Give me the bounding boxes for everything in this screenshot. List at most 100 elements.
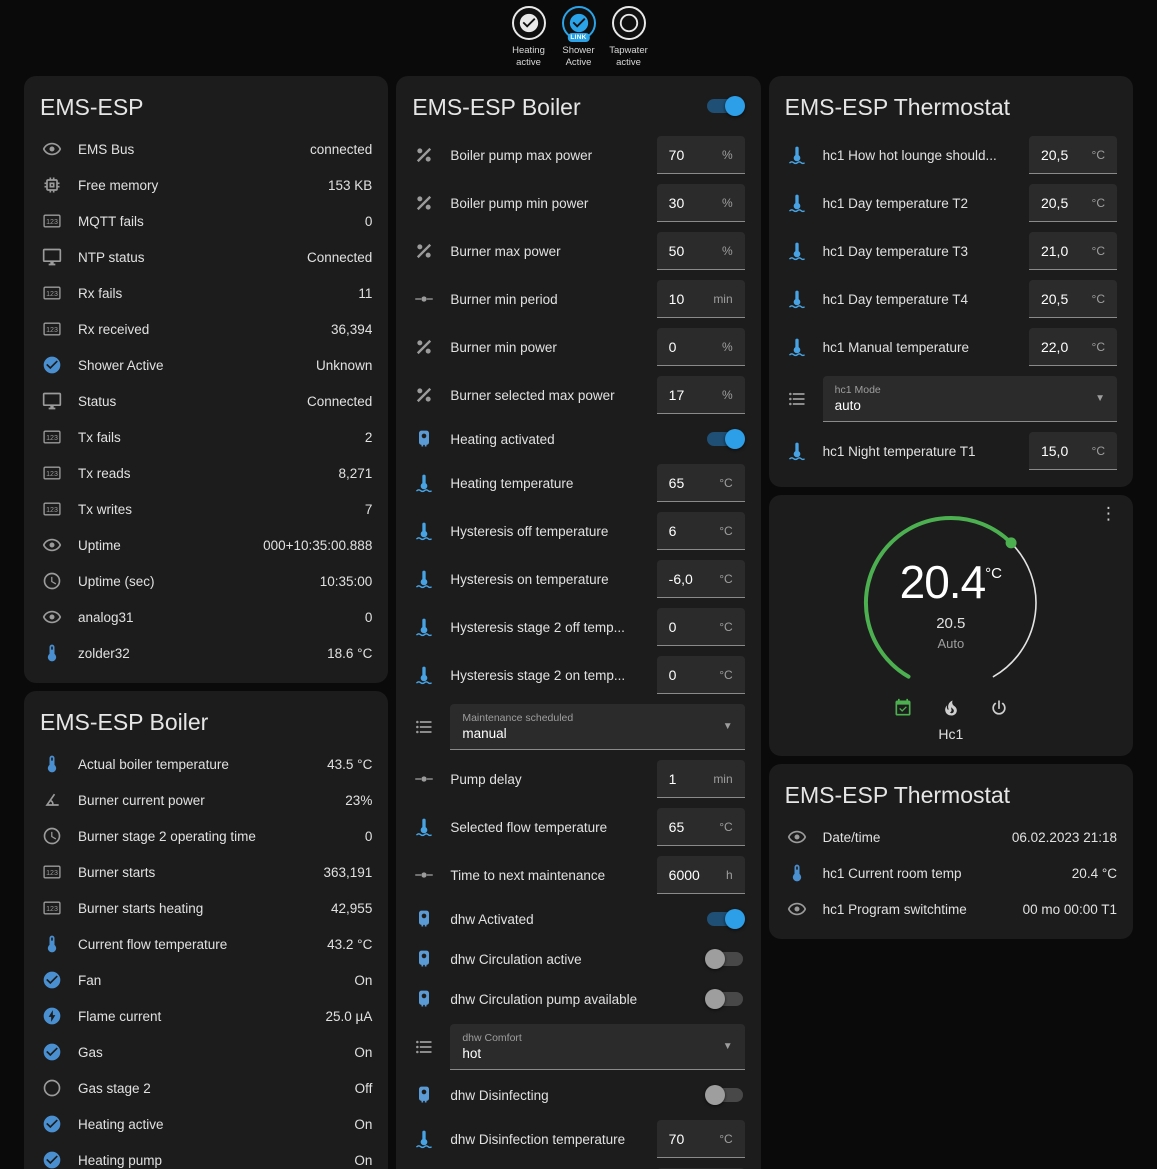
entity-label: hc1 Night temperature T1	[823, 444, 1015, 459]
number-input[interactable]: 0°C	[657, 656, 745, 694]
entity-row[interactable]: hc1 Current room temp20.4 °C	[769, 855, 1133, 891]
select-input[interactable]: hc1 Modeauto▼	[823, 376, 1117, 422]
number-input[interactable]: 0%	[657, 328, 745, 366]
entity-row[interactable]: dhw Comforthot▼	[396, 1019, 760, 1075]
number-input[interactable]: 0°C	[657, 608, 745, 646]
entity-row[interactable]: Boiler pump min power30%	[396, 179, 760, 227]
entity-row[interactable]: Heating pumpOn	[24, 1142, 388, 1169]
number-input[interactable]: 50%	[657, 232, 745, 270]
entity-row[interactable]: Hysteresis stage 2 on temp...0°C	[396, 651, 760, 699]
entity-row[interactable]: dhw Flow temperature offset40°C	[396, 1163, 760, 1169]
entity-row[interactable]: Gas stage 2Off	[24, 1070, 388, 1106]
toggle-switch[interactable]	[705, 989, 745, 1009]
entity-row[interactable]: 123Rx received36,394	[24, 311, 388, 347]
entity-row[interactable]: Selected flow temperature65°C	[396, 803, 760, 851]
entity-row[interactable]: Burner selected max power17%	[396, 371, 760, 419]
entity-row[interactable]: hc1 Day temperature T321,0°C	[769, 227, 1133, 275]
entity-row[interactable]: Date/time06.02.2023 21:18	[769, 819, 1133, 855]
entity-row[interactable]: hc1 Modeauto▼	[769, 371, 1133, 427]
number-input[interactable]: 22,0°C	[1029, 328, 1117, 366]
number-input[interactable]: -6,0°C	[657, 560, 745, 598]
entity-row[interactable]: zolder3218.6 °C	[24, 635, 388, 671]
number-input[interactable]: 20,5°C	[1029, 184, 1117, 222]
entity-row[interactable]: FanOn	[24, 962, 388, 998]
entity-row[interactable]: Burner min power0%	[396, 323, 760, 371]
off-mode-button[interactable]	[989, 698, 1009, 718]
badge-shower-active[interactable]: LINK Shower Active	[556, 6, 602, 70]
select-input[interactable]: dhw Comforthot▼	[450, 1024, 744, 1070]
entity-row[interactable]: 123MQTT fails0	[24, 203, 388, 239]
entity-row[interactable]: Pump delay1min	[396, 755, 760, 803]
heat-mode-button[interactable]	[941, 698, 961, 718]
entity-row[interactable]: Hysteresis on temperature-6,0°C	[396, 555, 760, 603]
entity-row[interactable]: NTP statusConnected	[24, 239, 388, 275]
entity-row[interactable]: Hysteresis off temperature6°C	[396, 507, 760, 555]
entity-row[interactable]: Actual boiler temperature43.5 °C	[24, 746, 388, 782]
card-toggle[interactable]	[705, 96, 745, 116]
toggle-switch[interactable]	[705, 1085, 745, 1105]
entity-row[interactable]: Burner current power23%	[24, 782, 388, 818]
entity-row[interactable]: 123Tx fails2	[24, 419, 388, 455]
entity-row[interactable]: dhw Disinfecting	[396, 1075, 760, 1115]
entity-row[interactable]: 123Tx writes7	[24, 491, 388, 527]
badge-heating-active[interactable]: Heating active	[506, 6, 552, 70]
entity-row[interactable]: 123Burner starts363,191	[24, 854, 388, 890]
entity-row[interactable]: hc1 How hot lounge should...20,5°C	[769, 131, 1133, 179]
entity-row[interactable]: hc1 Program switchtime00 mo 00:00 T1	[769, 891, 1133, 927]
number-input[interactable]: 17%	[657, 376, 745, 414]
number-input[interactable]: 20,5°C	[1029, 136, 1117, 174]
entity-row[interactable]: dhw Circulation active	[396, 939, 760, 979]
toggle-switch[interactable]	[705, 909, 745, 929]
entity-row[interactable]: 123Burner starts heating42,955	[24, 890, 388, 926]
number-input[interactable]: 20,5°C	[1029, 280, 1117, 318]
entity-row[interactable]: 123Tx reads8,271	[24, 455, 388, 491]
thermostat-dial[interactable]: 20.4°C 20.5 Auto	[856, 513, 1046, 696]
toggle-switch[interactable]	[705, 429, 745, 449]
number-input[interactable]: 70%	[657, 136, 745, 174]
entity-row[interactable]: Burner max power50%	[396, 227, 760, 275]
number-input[interactable]: 70°C	[657, 1120, 745, 1158]
entity-row[interactable]: Boiler pump max power70%	[396, 131, 760, 179]
entity-row[interactable]: Free memory153 KB	[24, 167, 388, 203]
entity-row[interactable]: Heating temperature65°C	[396, 459, 760, 507]
badge-tapwater-active[interactable]: Tapwater active	[606, 6, 652, 70]
entity-row[interactable]: hc1 Night temperature T1 15,0°C	[769, 427, 1133, 475]
entity-row[interactable]: Maintenance scheduledmanual▼	[396, 699, 760, 755]
number-input[interactable]: 6°C	[657, 512, 745, 550]
schedule-mode-button[interactable]	[893, 698, 913, 718]
entity-row[interactable]: Time to next maintenance6000h	[396, 851, 760, 899]
entity-row[interactable]: Uptime (sec)10:35:00	[24, 563, 388, 599]
entity-row[interactable]: dhw Disinfection temperature70°C	[396, 1115, 760, 1163]
entity-row[interactable]: Uptime000+10:35:00.888	[24, 527, 388, 563]
number-input[interactable]: 65°C	[657, 464, 745, 502]
number-input[interactable]: 30%	[657, 184, 745, 222]
entity-row[interactable]: Hysteresis stage 2 off temp...0°C	[396, 603, 760, 651]
entity-row[interactable]: Burner stage 2 operating time0	[24, 818, 388, 854]
entity-value: 7	[365, 502, 373, 517]
entity-row[interactable]: dhw Circulation pump available	[396, 979, 760, 1019]
entity-row[interactable]: Heating activated	[396, 419, 760, 459]
entity-row[interactable]: Heating activeOn	[24, 1106, 388, 1142]
entity-row[interactable]: Shower ActiveUnknown	[24, 347, 388, 383]
entity-row[interactable]: 123Rx fails11	[24, 275, 388, 311]
entity-row[interactable]: analog310	[24, 599, 388, 635]
number-input[interactable]: 15,0°C	[1029, 432, 1117, 470]
toggle-switch[interactable]	[705, 949, 745, 969]
number-input[interactable]: 6000h	[657, 856, 745, 894]
number-input[interactable]: 1min	[657, 760, 745, 798]
entity-row[interactable]: hc1 Manual temperature22,0°C	[769, 323, 1133, 371]
number-input[interactable]: 21,0°C	[1029, 232, 1117, 270]
entity-row[interactable]: GasOn	[24, 1034, 388, 1070]
entity-row[interactable]: hc1 Day temperature T220,5°C	[769, 179, 1133, 227]
more-menu-icon[interactable]: ⋮	[1100, 505, 1117, 522]
entity-row[interactable]: Burner min period10min	[396, 275, 760, 323]
entity-row[interactable]: StatusConnected	[24, 383, 388, 419]
entity-row[interactable]: Flame current25.0 µA	[24, 998, 388, 1034]
entity-row[interactable]: dhw Activated	[396, 899, 760, 939]
entity-row[interactable]: Current flow temperature43.2 °C	[24, 926, 388, 962]
number-input[interactable]: 65°C	[657, 808, 745, 846]
number-input[interactable]: 10min	[657, 280, 745, 318]
entity-row[interactable]: EMS Busconnected	[24, 131, 388, 167]
select-input[interactable]: Maintenance scheduledmanual▼	[450, 704, 744, 750]
entity-row[interactable]: hc1 Day temperature T420,5°C	[769, 275, 1133, 323]
